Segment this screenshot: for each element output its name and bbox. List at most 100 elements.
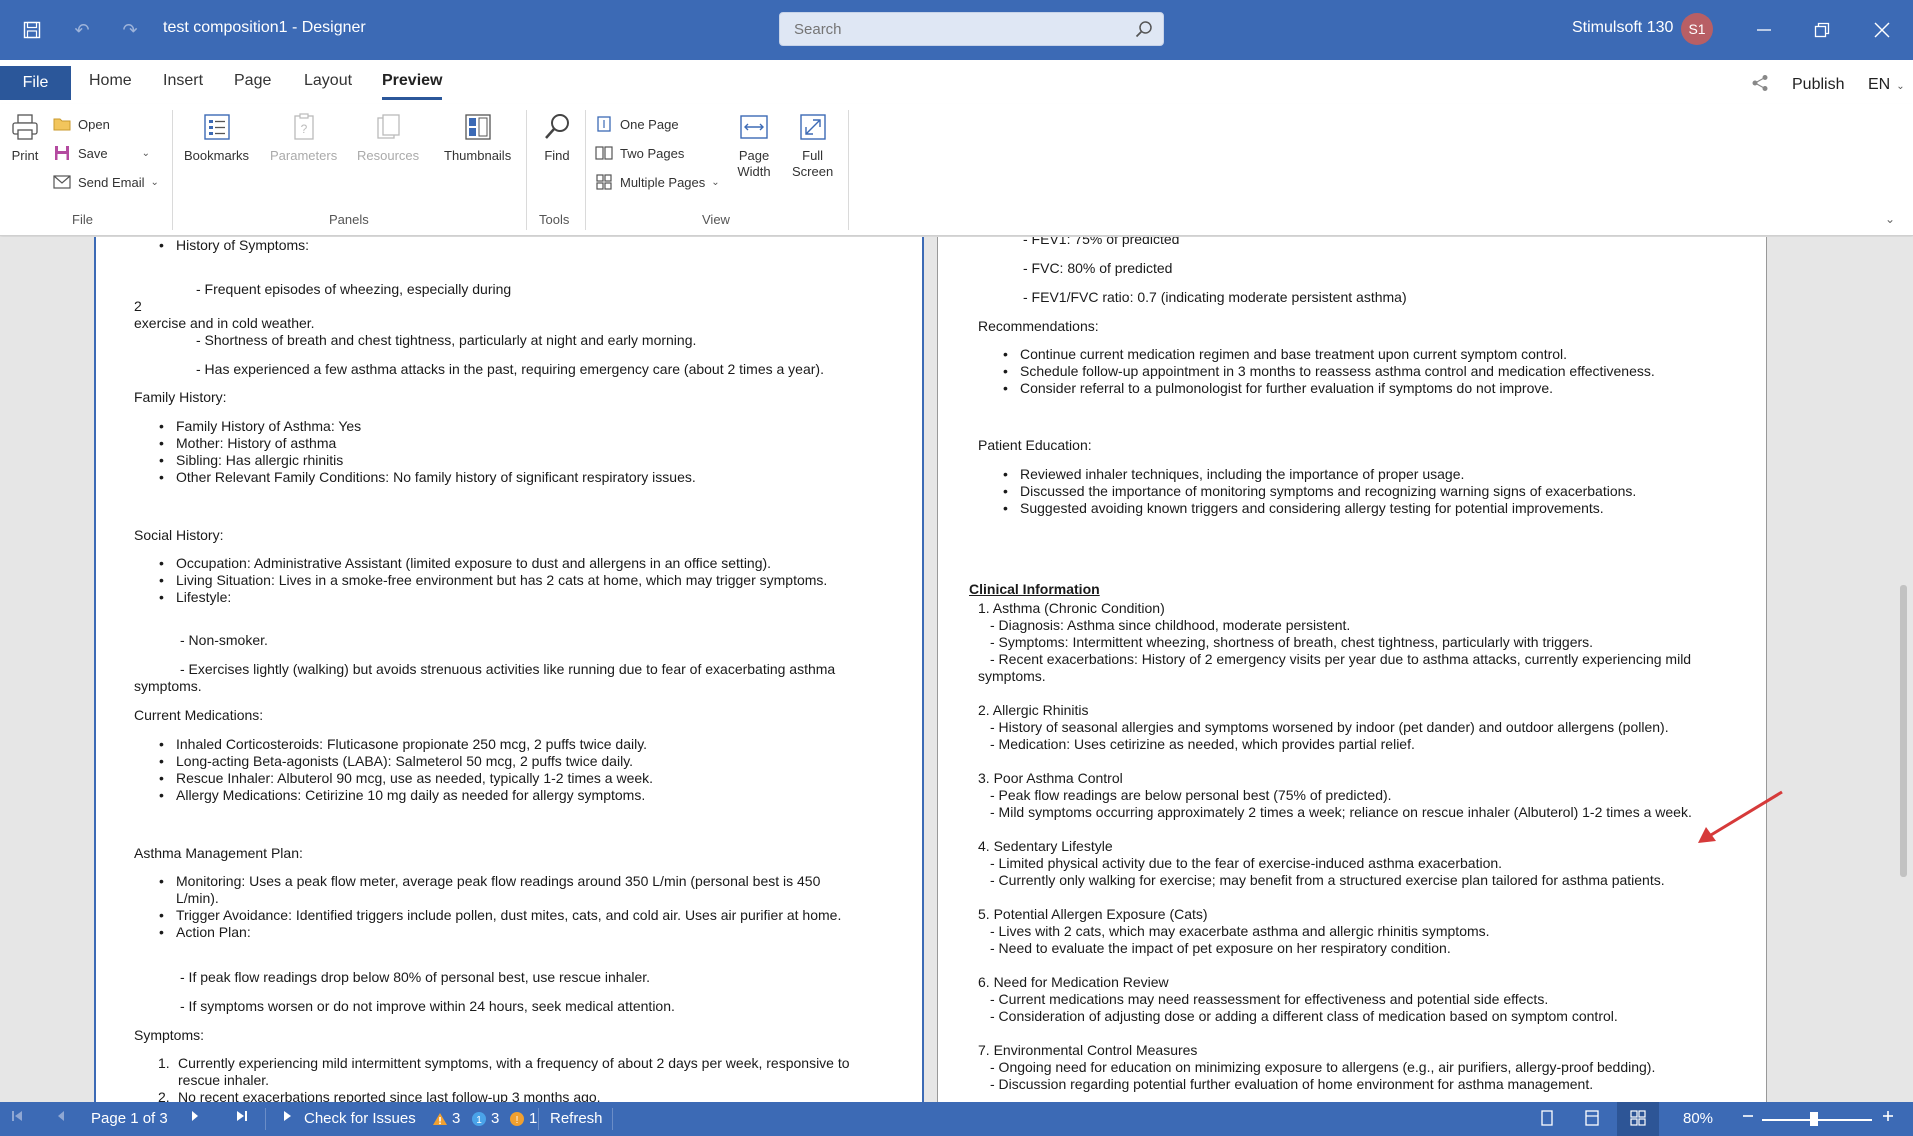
page-width-button[interactable]: Page Width bbox=[737, 110, 771, 180]
ribbon-tabs: File Home Insert Page Layout Preview Pub… bbox=[0, 60, 1913, 104]
text-line: - Mild symptoms occurring approximately … bbox=[990, 804, 1692, 820]
bookmarks-button[interactable]: Bookmarks bbox=[184, 110, 249, 164]
save-button[interactable]: Save ⌄ bbox=[52, 142, 150, 164]
parameters-button[interactable]: ? Parameters bbox=[270, 110, 337, 164]
text-line: - Medication: Uses cetirizine as needed,… bbox=[990, 736, 1415, 752]
zoom-slider-thumb[interactable] bbox=[1809, 1112, 1818, 1126]
zoom-level: 80% bbox=[1683, 1110, 1714, 1127]
language-label: EN bbox=[1868, 76, 1891, 93]
svg-text:!: ! bbox=[516, 1115, 519, 1126]
refresh-button[interactable]: Refresh bbox=[550, 1110, 603, 1127]
last-page-icon[interactable] bbox=[236, 1110, 248, 1122]
list-item: Mother: History of asthma bbox=[159, 435, 336, 452]
thumbnails-label: Thumbnails bbox=[444, 148, 512, 163]
previous-page-icon[interactable] bbox=[56, 1110, 66, 1122]
list-item: Family History of Asthma: Yes bbox=[159, 418, 361, 435]
user-name[interactable]: Stimulsoft 130 bbox=[1572, 19, 1673, 37]
tab-file[interactable]: File bbox=[0, 66, 71, 100]
preview-area[interactable]: History of Symptoms: - Frequent episodes… bbox=[0, 237, 1913, 1102]
chevron-down-icon[interactable]: ⌄ bbox=[150, 177, 158, 188]
undo-icon[interactable]: ↶ bbox=[68, 16, 96, 44]
info-icon: 1 bbox=[472, 1111, 486, 1126]
chevron-down-icon: ⌄ bbox=[1896, 81, 1905, 92]
continuous-view-icon[interactable] bbox=[1585, 1110, 1599, 1126]
share-icon[interactable] bbox=[1751, 74, 1769, 97]
tab-insert[interactable]: Insert bbox=[163, 72, 203, 90]
search-icon[interactable] bbox=[1135, 20, 1153, 43]
text-line: rescue inhaler. bbox=[178, 1072, 270, 1088]
text-line: - FEV1: 75% of predicted bbox=[1023, 237, 1180, 247]
chevron-down-icon[interactable]: ⌄ bbox=[711, 177, 719, 188]
first-page-icon[interactable] bbox=[11, 1110, 23, 1122]
ribbon-toolbar: Print Open Save ⌄ Send Email ⌄ File Book… bbox=[0, 104, 1913, 236]
thumbnails-button[interactable]: Thumbnails bbox=[444, 110, 511, 164]
tab-home[interactable]: Home bbox=[89, 72, 132, 90]
multiple-pages-label: Multiple Pages bbox=[620, 174, 706, 190]
page-indicator: Page 1 of 3 bbox=[91, 1110, 168, 1127]
next-page-icon[interactable] bbox=[190, 1110, 200, 1122]
search-box[interactable] bbox=[779, 12, 1164, 46]
print-button[interactable]: Print bbox=[8, 110, 42, 164]
full-screen-button[interactable]: Full Screen bbox=[792, 110, 833, 180]
page-width-icon bbox=[737, 110, 771, 144]
close-icon[interactable] bbox=[1866, 14, 1898, 46]
chevron-down-icon[interactable]: ⌄ bbox=[142, 148, 150, 159]
avatar[interactable]: S1 bbox=[1681, 13, 1713, 45]
errors-indicator[interactable]: ! 1 bbox=[509, 1110, 537, 1127]
list-number: 1. bbox=[158, 1055, 170, 1071]
restore-icon[interactable] bbox=[1806, 14, 1838, 46]
tab-page[interactable]: Page bbox=[234, 72, 271, 90]
svg-text:1: 1 bbox=[476, 1115, 482, 1126]
window-title: test composition1 - Designer bbox=[163, 19, 366, 36]
check-issues-play-icon[interactable] bbox=[282, 1110, 292, 1122]
list-item: 3. Poor Asthma Control bbox=[978, 770, 1123, 786]
open-label: Open bbox=[78, 116, 110, 132]
search-input[interactable] bbox=[780, 13, 1163, 45]
text-line: 2 bbox=[134, 298, 142, 314]
report-page-2: - FEV1: 75% of predicted - FVC: 80% of p… bbox=[937, 237, 1767, 1102]
text-line: - Limited physical activity due to the f… bbox=[990, 855, 1503, 871]
list-item: Trigger Avoidance: Identified triggers i… bbox=[159, 907, 841, 924]
find-label: Find bbox=[544, 148, 570, 163]
publish-button[interactable]: Publish bbox=[1792, 76, 1844, 94]
tab-preview[interactable]: Preview bbox=[382, 72, 443, 100]
ribbon-separator bbox=[848, 110, 849, 230]
section-heading: Social History: bbox=[134, 527, 224, 543]
list-item: Discussed the importance of monitoring s… bbox=[1003, 483, 1636, 500]
save-icon[interactable] bbox=[18, 16, 46, 44]
list-item: 6. Need for Medication Review bbox=[978, 974, 1169, 990]
text-line: - History of seasonal allergies and symp… bbox=[990, 719, 1669, 735]
zoom-out-icon[interactable] bbox=[1742, 1110, 1754, 1122]
section-heading: Asthma Management Plan: bbox=[134, 845, 303, 861]
status-bar: Page 1 of 3 Check for Issues 3 1 3 ! 1 R… bbox=[0, 1102, 1913, 1136]
single-page-view-icon[interactable] bbox=[1541, 1110, 1553, 1126]
two-pages-button[interactable]: Two Pages bbox=[594, 142, 684, 164]
multiple-pages-view-icon[interactable] bbox=[1630, 1110, 1646, 1126]
zoom-in-icon[interactable] bbox=[1882, 1110, 1894, 1122]
tab-layout[interactable]: Layout bbox=[304, 72, 352, 90]
resources-button[interactable]: Resources bbox=[357, 110, 419, 164]
bookmarks-label: Bookmarks bbox=[184, 148, 250, 163]
minimize-icon[interactable] bbox=[1748, 14, 1780, 46]
text-line: - Recent exacerbations: History of 2 eme… bbox=[990, 651, 1692, 667]
warnings-indicator[interactable]: 3 bbox=[432, 1110, 460, 1127]
redo-icon[interactable]: ↷ bbox=[116, 16, 144, 44]
title-bar: ↶ ↷ test composition1 - Designer Stimuls… bbox=[0, 0, 1913, 60]
vertical-scrollbar[interactable] bbox=[1900, 585, 1907, 877]
report-page-1: History of Symptoms: - Frequent episodes… bbox=[94, 237, 924, 1102]
page-width-label-2: Width bbox=[737, 164, 771, 179]
multiple-pages-button[interactable]: Multiple Pages ⌄ bbox=[594, 171, 720, 193]
text-line: symptoms. bbox=[134, 678, 202, 694]
text-line: - FEV1/FVC ratio: 0.7 (indicating modera… bbox=[1023, 289, 1407, 305]
group-label-view: View bbox=[702, 212, 730, 227]
info-indicator[interactable]: 1 3 bbox=[471, 1110, 499, 1127]
send-email-button[interactable]: Send Email ⌄ bbox=[52, 171, 159, 193]
one-page-icon bbox=[594, 115, 614, 133]
ribbon-collapse-icon[interactable]: ⌄ bbox=[1885, 212, 1895, 226]
one-page-button[interactable]: One Page bbox=[594, 113, 679, 135]
language-selector[interactable]: EN ⌄ bbox=[1868, 76, 1905, 94]
check-issues-button[interactable]: Check for Issues bbox=[304, 1110, 416, 1127]
find-button[interactable]: Find bbox=[540, 110, 574, 164]
text-line: - Has experienced a few asthma attacks i… bbox=[196, 361, 824, 377]
open-button[interactable]: Open bbox=[52, 113, 110, 135]
